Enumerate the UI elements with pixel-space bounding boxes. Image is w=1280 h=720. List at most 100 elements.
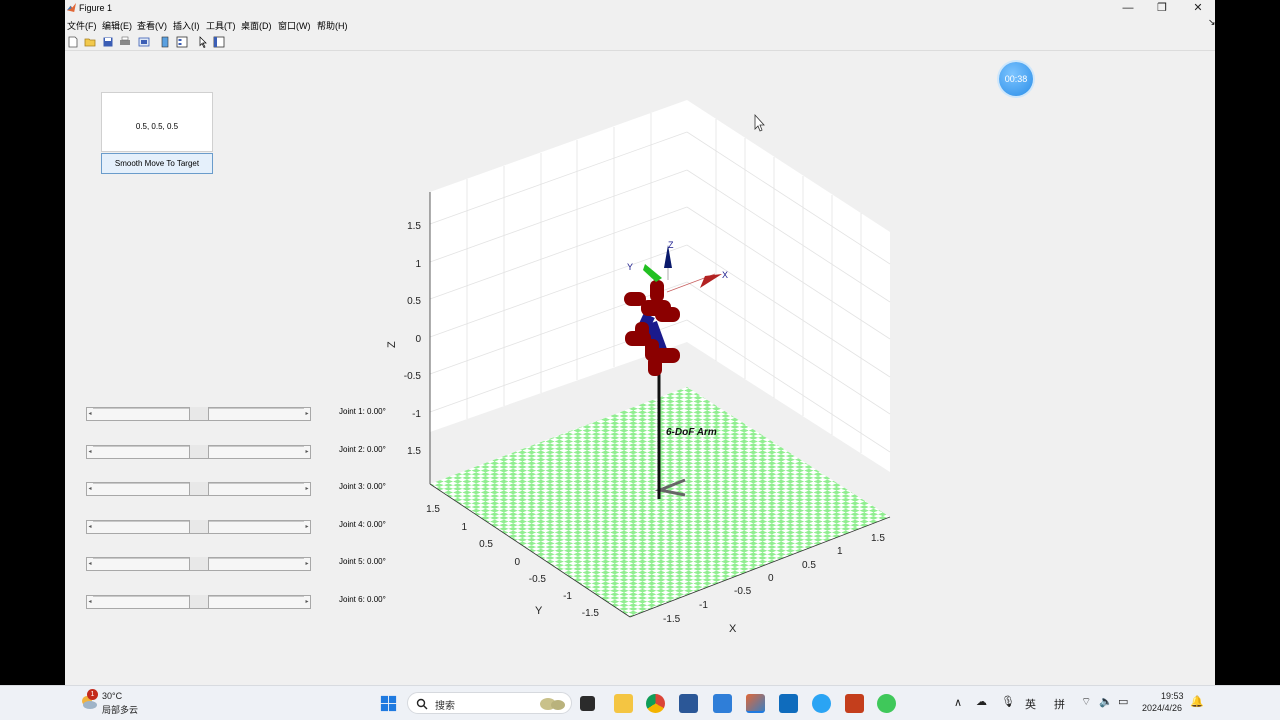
left-letterbox	[0, 0, 65, 720]
tray-chevron-up-icon[interactable]: ∧	[954, 696, 962, 709]
slider-right-arrow-icon[interactable]: ▸	[304, 408, 310, 420]
menu-bar: 文件(F) 编辑(E) 查看(V) 插入(I) 工具(T) 桌面(D) 窗口(W…	[65, 17, 1216, 32]
z-tick: 1	[415, 259, 421, 270]
x-axis-label: X	[729, 623, 737, 635]
slider-right-arrow-icon[interactable]: ▸	[304, 521, 310, 533]
app-store-icon[interactable]	[713, 694, 732, 713]
slider-right-arrow-icon[interactable]: ▸	[304, 446, 310, 458]
restore-button[interactable]: ❐	[1145, 0, 1179, 17]
slider-thumb[interactable]	[188, 520, 209, 534]
save-icon[interactable]	[102, 36, 114, 48]
3d-axes[interactable]: 1.5 1 0.5 0 -0.5 -1 1.5 Z 1.5 1 0.5 0 -0…	[365, 92, 945, 682]
z-tick: -1	[412, 409, 421, 420]
z-tick: 0	[415, 334, 421, 345]
slider-left-arrow-icon[interactable]: ◂	[87, 521, 93, 533]
search-icon	[416, 698, 428, 710]
smooth-move-button[interactable]: Smooth Move To Target	[101, 153, 213, 174]
joint-2-slider[interactable]: ◂ ▸	[86, 445, 311, 459]
menu-tools[interactable]: 工具(T)	[206, 19, 236, 32]
x-tick: 1	[837, 546, 843, 557]
target-coordinates-input[interactable]: 0.5, 0.5, 0.5	[101, 92, 213, 152]
x-tick: -0.5	[734, 586, 752, 597]
powerpoint-icon[interactable]	[845, 694, 864, 713]
joint-4-slider[interactable]: ◂ ▸	[86, 520, 311, 534]
mouse-cursor-icon	[754, 113, 765, 132]
slider-thumb[interactable]	[188, 557, 209, 571]
slider-left-arrow-icon[interactable]: ◂	[87, 558, 93, 570]
y-tick: 1	[461, 522, 467, 533]
slider-right-arrow-icon[interactable]: ▸	[304, 558, 310, 570]
wifi-icon[interactable]: ⌔	[1081, 695, 1091, 709]
menu-insert[interactable]: 插入(I)	[173, 19, 200, 32]
y-tick: -0.5	[529, 574, 547, 585]
right-letterbox	[1215, 0, 1280, 720]
volume-icon[interactable]: 🔈	[1099, 695, 1113, 708]
close-button[interactable]: ✕	[1181, 0, 1215, 17]
print-icon[interactable]	[119, 36, 131, 48]
z-tick: 1.5	[407, 221, 421, 232]
x-tick: 0.5	[802, 560, 816, 571]
cloud-sync-icon[interactable]: ☁	[976, 695, 987, 708]
pointer-icon[interactable]	[197, 36, 209, 48]
z-tick: 1.5	[407, 446, 421, 457]
notification-bell-icon[interactable]: 🔔	[1190, 695, 1204, 708]
slider-thumb[interactable]	[188, 482, 209, 496]
slider-left-arrow-icon[interactable]: ◂	[87, 596, 93, 608]
insert-legend-icon[interactable]	[176, 36, 188, 48]
joint-5-slider[interactable]: ◂ ▸	[86, 557, 311, 571]
task-view-icon[interactable]	[580, 696, 595, 711]
slider-right-arrow-icon[interactable]: ▸	[304, 483, 310, 495]
menu-window[interactable]: 窗口(W)	[278, 19, 311, 32]
property-editor-icon[interactable]	[213, 36, 225, 48]
slider-left-arrow-icon[interactable]: ◂	[87, 408, 93, 420]
slider-left-arrow-icon[interactable]: ◂	[87, 446, 93, 458]
menu-desktop[interactable]: 桌面(D)	[241, 19, 272, 32]
word-icon[interactable]	[679, 694, 698, 713]
back-wall-left	[430, 100, 687, 432]
wechat-icon[interactable]	[877, 694, 896, 713]
chrome-icon[interactable]	[646, 694, 665, 713]
edge-icon[interactable]	[812, 694, 831, 713]
matlab-icon	[67, 3, 76, 12]
outlook-icon[interactable]	[779, 694, 798, 713]
y-tick: 0	[514, 557, 520, 568]
matlab-taskbar-icon[interactable]	[746, 694, 765, 713]
weather-description[interactable]: 局部多云	[102, 703, 138, 716]
frame-z-label: Z	[668, 240, 674, 250]
battery-icon[interactable]: ▭	[1118, 695, 1128, 708]
ime-mode[interactable]: 拼	[1054, 696, 1065, 712]
menu-file[interactable]: 文件(F)	[67, 19, 97, 32]
joint-1-slider[interactable]: ◂ ▸	[86, 407, 311, 421]
windows-taskbar: 1 30°C 局部多云 搜索 ∧ ☁ 🎙 英 拼 ⌔ 🔈 ▭ 19:53 202…	[0, 685, 1280, 720]
frame-x-label: X	[722, 270, 728, 280]
file-explorer-icon[interactable]	[614, 694, 633, 713]
link-plot-icon[interactable]	[138, 36, 150, 48]
menu-view[interactable]: 查看(V)	[137, 19, 167, 32]
slider-thumb[interactable]	[188, 595, 209, 609]
weather-temperature[interactable]: 30°C	[102, 691, 122, 701]
x-tick: 0	[768, 573, 774, 584]
slider-thumb[interactable]	[188, 445, 209, 459]
minimize-button[interactable]: —	[1111, 0, 1145, 17]
slider-thumb[interactable]	[188, 407, 209, 421]
toolbar-expand-icon[interactable]: ↘	[1208, 17, 1216, 28]
clock-date[interactable]: 2024/4/26	[1142, 703, 1182, 713]
clock-time[interactable]: 19:53	[1161, 691, 1184, 701]
insert-colorbar-icon[interactable]	[159, 36, 171, 48]
slider-right-arrow-icon[interactable]: ▸	[304, 596, 310, 608]
joint-6-slider[interactable]: ◂ ▸	[86, 595, 311, 609]
open-file-icon[interactable]	[84, 36, 96, 48]
taskbar-search[interactable]: 搜索	[407, 692, 572, 714]
joint-3-slider[interactable]: ◂ ▸	[86, 482, 311, 496]
z-tick: -0.5	[404, 371, 422, 382]
menu-help[interactable]: 帮助(H)	[317, 19, 348, 32]
ime-language[interactable]: 英	[1025, 696, 1036, 712]
new-figure-icon[interactable]	[67, 36, 79, 48]
recording-timer[interactable]: 00:38	[999, 62, 1033, 96]
menu-edit[interactable]: 编辑(E)	[102, 19, 132, 32]
y-tick: 0.5	[479, 539, 493, 550]
microphone-icon[interactable]: 🎙	[1001, 695, 1015, 708]
plot-title: 6-DoF Arm	[666, 427, 717, 438]
start-windows-icon[interactable]	[379, 694, 398, 713]
slider-left-arrow-icon[interactable]: ◂	[87, 483, 93, 495]
